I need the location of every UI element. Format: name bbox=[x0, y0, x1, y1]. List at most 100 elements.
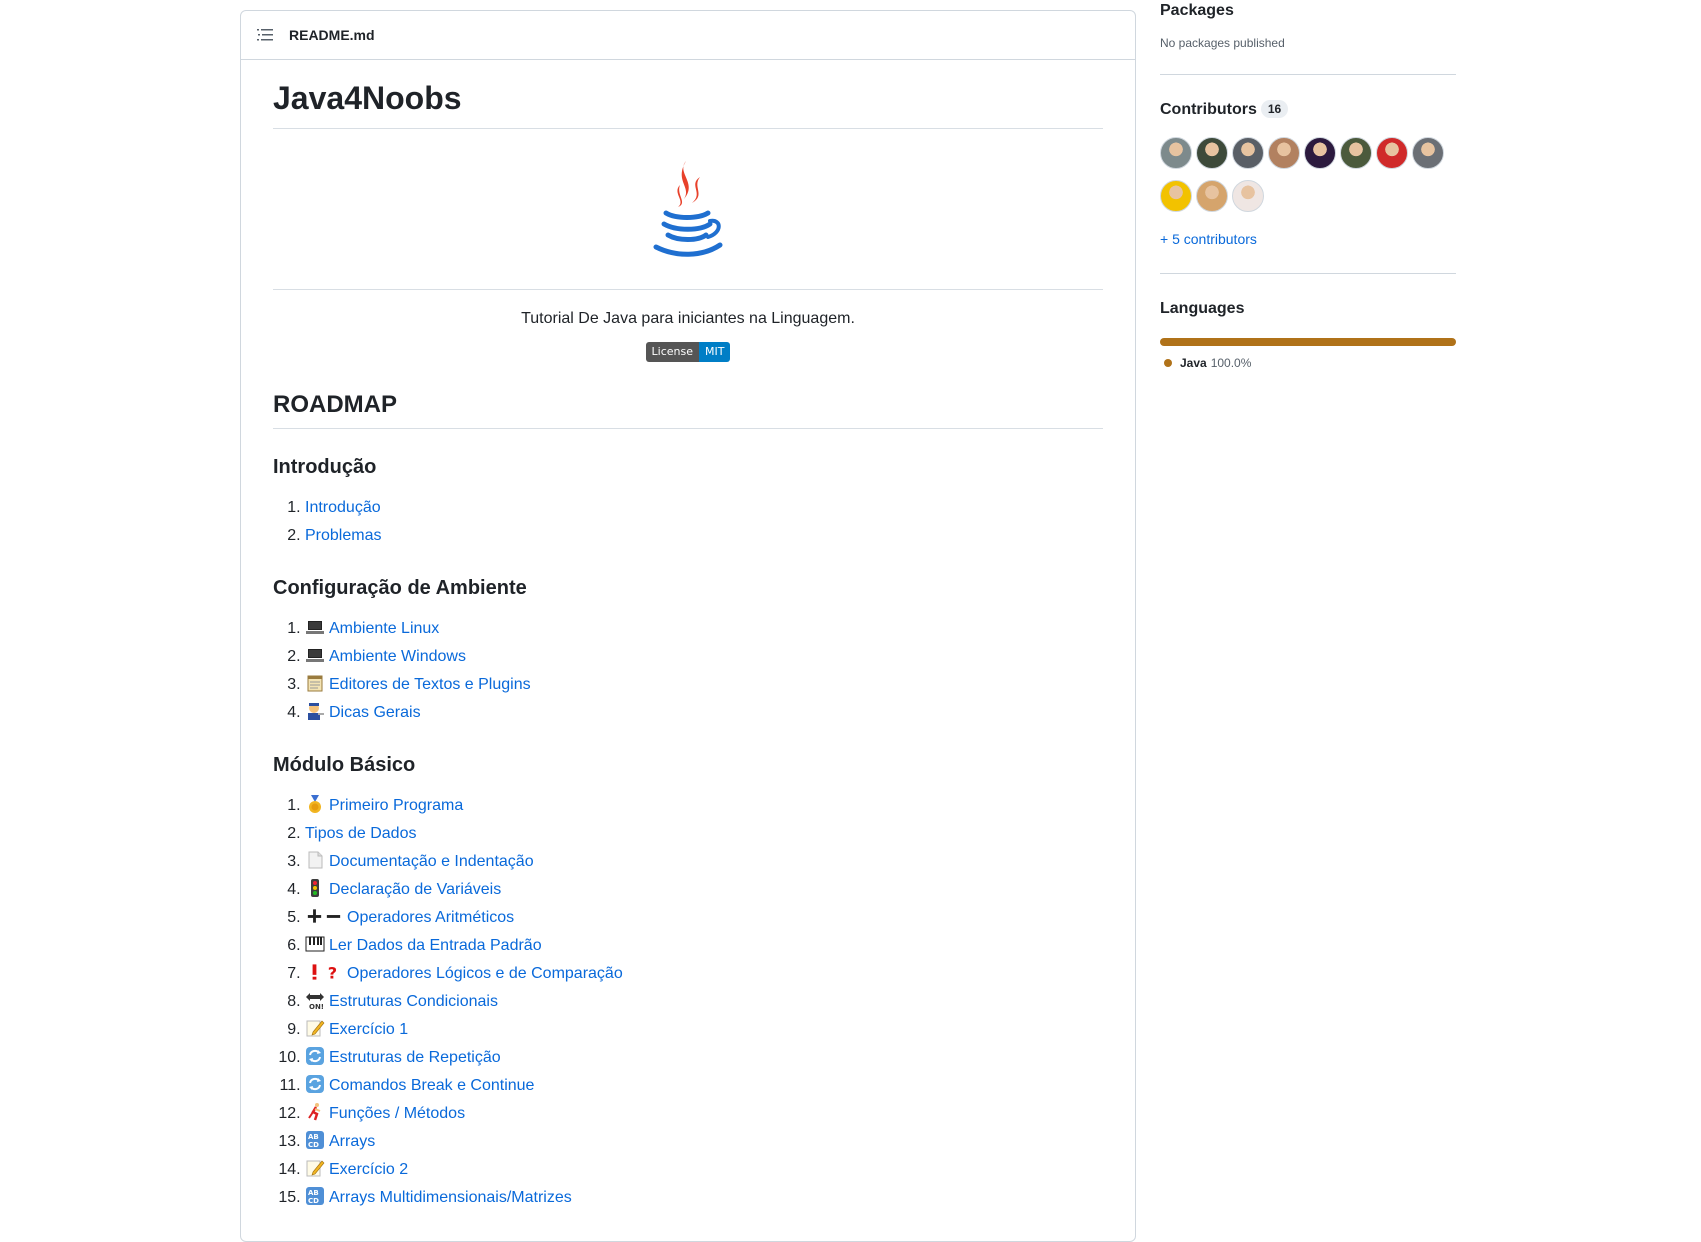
roadmap-link[interactable]: Ler Dados da Entrada Padrão bbox=[329, 937, 542, 954]
repeat-icon bbox=[305, 1074, 325, 1094]
list-item: Comandos Break e Continue bbox=[305, 1072, 1103, 1100]
readme-body: Java4Noobs Tutorial De Java para inician… bbox=[241, 60, 1135, 1212]
laptop-icon bbox=[305, 645, 325, 665]
list-item: ABCDArrays bbox=[305, 1128, 1103, 1156]
contributor-avatar[interactable] bbox=[1340, 137, 1372, 169]
plus-minus-icon bbox=[305, 906, 343, 926]
roadmap-link[interactable]: Operadores Lógicos e de Comparação bbox=[347, 965, 623, 982]
contributor-avatar[interactable] bbox=[1160, 180, 1192, 212]
svg-text:CD: CD bbox=[308, 1141, 319, 1149]
svg-text:CD: CD bbox=[308, 1197, 319, 1205]
language-color-dot bbox=[1164, 359, 1172, 367]
packages-empty: No packages published bbox=[1160, 36, 1285, 50]
roadmap-link[interactable]: Exercício 1 bbox=[329, 1021, 408, 1038]
on-arrow-icon: ON! bbox=[305, 990, 325, 1011]
roadmap-link[interactable]: Tipos de Dados bbox=[305, 825, 416, 842]
runner-icon bbox=[305, 1102, 325, 1122]
page-icon bbox=[305, 850, 325, 870]
roadmap-link[interactable]: Operadores Aritméticos bbox=[347, 909, 514, 926]
list-item: Editores de Textos e Plugins bbox=[305, 671, 1103, 699]
list-item: ? Operadores Lógicos e de Comparação bbox=[305, 960, 1103, 988]
contributor-avatar[interactable] bbox=[1196, 137, 1228, 169]
language-bar bbox=[1160, 338, 1456, 346]
java-logo-icon bbox=[653, 161, 723, 257]
more-contributors-link[interactable]: + 5 contributors bbox=[1160, 231, 1257, 247]
contributor-avatar[interactable] bbox=[1160, 137, 1192, 169]
abcd-icon: ABCD bbox=[305, 1130, 325, 1150]
repeat-icon bbox=[305, 1046, 325, 1066]
roadmap-link[interactable]: Dicas Gerais bbox=[329, 704, 421, 721]
section-list: Introdução Problemas bbox=[273, 494, 1103, 550]
license-badge[interactable]: License MIT bbox=[645, 342, 731, 362]
list-item: ON! Estruturas Condicionais bbox=[305, 988, 1103, 1016]
divider bbox=[1160, 273, 1456, 274]
language-percent: 100.0% bbox=[1210, 356, 1252, 370]
list-item: Problemas bbox=[305, 522, 1103, 550]
abcd-icon: ABCD bbox=[305, 1186, 325, 1206]
traffic-light-icon bbox=[305, 878, 325, 898]
logo-area bbox=[273, 129, 1103, 290]
exclaim-question-icon: ? bbox=[305, 962, 343, 983]
contributors-avatars bbox=[1160, 137, 1456, 223]
roadmap-link[interactable]: Documentação e Indentação bbox=[329, 853, 534, 870]
roadmap-link[interactable]: Exercício 2 bbox=[329, 1161, 408, 1178]
memo-icon bbox=[305, 1018, 325, 1038]
readme-header: README.md bbox=[241, 11, 1135, 60]
list-item: Dicas Gerais bbox=[305, 699, 1103, 727]
mechanic-icon bbox=[305, 701, 325, 721]
contributor-avatar[interactable] bbox=[1412, 137, 1444, 169]
contributor-avatar[interactable] bbox=[1232, 180, 1264, 212]
badge-value: MIT bbox=[699, 342, 731, 362]
list-item: Ambiente Linux bbox=[305, 615, 1103, 643]
tagline: Tutorial De Java para iniciantes na Ling… bbox=[521, 310, 855, 327]
medal-icon bbox=[305, 794, 325, 814]
list-item: Primeiro Programa bbox=[305, 792, 1103, 820]
roadmap-link[interactable]: Arrays bbox=[329, 1133, 375, 1150]
notepad-icon bbox=[305, 673, 325, 693]
contributor-avatar[interactable] bbox=[1376, 137, 1408, 169]
sidebar: Packages No packages published Contribut… bbox=[1160, 0, 1456, 370]
list-item: Introdução bbox=[305, 494, 1103, 522]
section-list: Primeiro Programa Tipos de Dados Documenta… bbox=[273, 792, 1103, 1212]
divider bbox=[1160, 74, 1456, 75]
roadmap-heading: ROADMAP bbox=[273, 390, 1103, 429]
list-item: Estruturas de Repetição bbox=[305, 1044, 1103, 1072]
roadmap-link[interactable]: Primeiro Programa bbox=[329, 797, 463, 814]
roadmap-link[interactable]: Funções / Métodos bbox=[329, 1105, 465, 1122]
roadmap-sections: Introdução Introdução Problemas Configuraçã… bbox=[273, 455, 1103, 1212]
list-item: Funções / Métodos bbox=[305, 1100, 1103, 1128]
roadmap-link[interactable]: Declaração de Variáveis bbox=[329, 881, 501, 898]
contributor-avatar[interactable] bbox=[1232, 137, 1264, 169]
contributors-title[interactable]: Contributors 16 bbox=[1160, 99, 1456, 121]
contributor-avatar[interactable] bbox=[1304, 137, 1336, 169]
roadmap-link[interactable]: Editores de Textos e Plugins bbox=[329, 676, 531, 693]
badge-key: License bbox=[645, 342, 699, 362]
language-item[interactable]: Java 100.0% bbox=[1160, 356, 1456, 370]
roadmap-link[interactable]: Introdução bbox=[305, 499, 381, 516]
readme-panel: README.md Java4Noobs Tutorial De Java pa… bbox=[240, 10, 1136, 1242]
contributors-label: Contributors bbox=[1160, 101, 1257, 118]
svg-text:?: ? bbox=[328, 964, 337, 982]
memo-icon bbox=[305, 1158, 325, 1178]
list-item: ABCDArrays Multidimensionais/Matrizes bbox=[305, 1184, 1103, 1212]
contributor-avatar[interactable] bbox=[1196, 180, 1228, 212]
table-of-contents-icon[interactable] bbox=[257, 27, 273, 43]
contributor-avatar[interactable] bbox=[1268, 137, 1300, 169]
readme-filename[interactable]: README.md bbox=[289, 27, 375, 43]
contributors-count: 16 bbox=[1260, 100, 1289, 118]
roadmap-link[interactable]: Comandos Break e Continue bbox=[329, 1077, 534, 1094]
roadmap-link[interactable]: Estruturas de Repetição bbox=[329, 1049, 501, 1066]
section-heading: Módulo Básico bbox=[273, 754, 416, 776]
roadmap-link[interactable]: Estruturas Condicionais bbox=[329, 993, 498, 1010]
svg-text:ON!: ON! bbox=[309, 1003, 324, 1010]
roadmap-link[interactable]: Arrays Multidimensionais/Matrizes bbox=[329, 1189, 572, 1206]
languages-title: Languages bbox=[1160, 300, 1245, 317]
section-list: Ambiente Linux Ambiente Windows Editores d… bbox=[273, 615, 1103, 727]
list-item: Declaração de Variáveis bbox=[305, 876, 1103, 904]
list-item: Exercício 1 bbox=[305, 1016, 1103, 1044]
roadmap-link[interactable]: Ambiente Linux bbox=[329, 620, 439, 637]
list-item: Exercício 2 bbox=[305, 1156, 1103, 1184]
packages-title[interactable]: Packages bbox=[1160, 0, 1456, 22]
roadmap-link[interactable]: Problemas bbox=[305, 527, 381, 544]
roadmap-link[interactable]: Ambiente Windows bbox=[329, 648, 466, 665]
